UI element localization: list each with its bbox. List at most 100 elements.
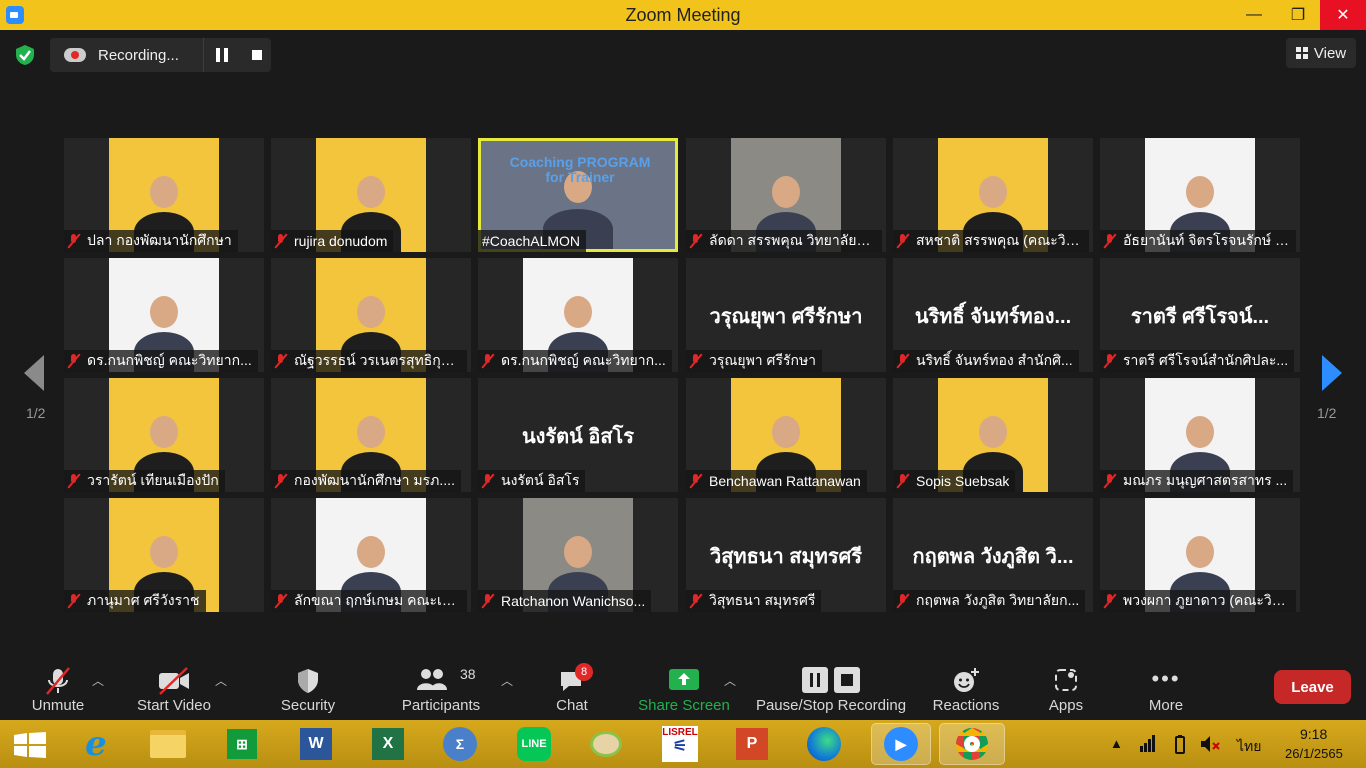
participant-name-label: ดร.กนกพิชญ์ คณะวิทยาก... — [64, 350, 258, 372]
participant-tile[interactable]: วรารัตน์ เทียนเมืองปัก — [64, 378, 264, 492]
participant-tile[interactable]: Ratchanon Wanichso... — [478, 498, 678, 612]
meeting-area: Recording... View 1/2 1/2 ปลา กองพัฒนานั… — [0, 30, 1366, 660]
participant-tile[interactable]: ดร.กนกพิชญ์ คณะวิทยาก... — [64, 258, 264, 372]
apps-button[interactable]: Apps — [1036, 660, 1096, 720]
maximize-button[interactable]: ❐ — [1276, 0, 1320, 30]
file-explorer-icon[interactable] — [148, 724, 188, 764]
unmute-button[interactable]: Unmute — [20, 660, 96, 720]
security-button[interactable]: Security — [270, 660, 346, 720]
participant-name-label: กฤตพล วังภูสิต วิทยาลัยก... — [893, 590, 1086, 612]
zoom-taskbar-icon[interactable]: ▶ — [871, 723, 931, 765]
volume-muted-icon[interactable] — [1200, 734, 1222, 754]
reactions-button[interactable]: Reactions — [928, 660, 1004, 720]
person-head — [150, 536, 178, 568]
video-options-chevron-icon[interactable]: ︿ — [215, 672, 227, 689]
participant-name: กฤตพล วังภูสิต วิทยาลัยก... — [916, 592, 1080, 608]
participant-name: ดร.กนกพิชญ์ คณะวิทยาก... — [501, 352, 666, 368]
powerpoint-icon[interactable]: P — [732, 724, 772, 764]
more-button[interactable]: ••• More — [1136, 660, 1196, 720]
participant-tile[interactable]: วิสุทธนา สมุทรศรี วิสุทธนา สมุทรศรี — [686, 498, 886, 612]
more-label: More — [1148, 697, 1184, 714]
clock-time[interactable]: 9:18 — [1300, 726, 1327, 742]
participant-tile[interactable]: อัธยานันท์ จิตรโรจนรักษ์ ค... — [1100, 138, 1300, 252]
person-head — [564, 296, 592, 328]
participant-tile[interactable]: ปลา กองพัฒนานักศึกษา — [64, 138, 264, 252]
start-video-label: Start Video — [137, 697, 211, 714]
muted-mic-icon — [690, 474, 701, 488]
participant-tile[interactable]: ลัดดา สรรพคุณ วิทยาลัยก... — [686, 138, 886, 252]
participants-button[interactable]: 38 Participants — [396, 660, 486, 720]
participant-tile[interactable]: ณัฐวรรธน์ วรเนตรสุทธิกุล ... — [271, 258, 471, 372]
line-app-icon[interactable]: LINE — [514, 724, 554, 764]
pause-recording-icon[interactable] — [216, 48, 228, 62]
participant-name: ดร.กนกพิชญ์ คณะวิทยาก... — [87, 352, 252, 368]
participant-tile[interactable]: ภานุมาศ ศรีวังราช — [64, 498, 264, 612]
participant-tile[interactable]: กองพัฒนานักศึกษา มรภ.... — [271, 378, 471, 492]
security-label: Security — [280, 697, 336, 714]
previous-page-arrow-icon[interactable] — [24, 355, 44, 391]
participant-tile[interactable]: rujira donudom — [271, 138, 471, 252]
person-head — [772, 176, 800, 208]
encryption-shield-icon[interactable] — [14, 44, 36, 66]
edge-icon[interactable] — [804, 724, 844, 764]
start-video-button[interactable]: Start Video — [130, 660, 218, 720]
participant-tile[interactable]: พวงผกา ภูยาดาว (คณะวิท... — [1100, 498, 1300, 612]
participant-name-label: วิสุทธนา สมุทรศรี — [686, 590, 822, 612]
chat-button[interactable]: 8 Chat — [540, 660, 604, 720]
participants-options-chevron-icon[interactable]: ︿ — [501, 672, 513, 689]
store-icon[interactable]: ⊞ — [222, 724, 262, 764]
window-title: Zoom Meeting — [625, 5, 741, 25]
pause-stop-recording-button[interactable]: Pause/Stop Recording — [752, 660, 910, 720]
participant-name: ภานุมาศ ศรีวังราช — [87, 592, 200, 608]
internet-explorer-icon[interactable]: e — [76, 724, 116, 764]
participant-name-label: กองพัฒนานักศึกษา มรภ.... — [271, 470, 461, 492]
participant-tile[interactable]: ราตรี ศรีโรจน์... ราตรี ศรีโรจน์สำนักศิปล… — [1100, 258, 1300, 372]
calculator-math-icon[interactable]: Σ — [440, 724, 480, 764]
windows-start-icon[interactable] — [14, 732, 46, 758]
person-head — [150, 416, 178, 448]
muted-mic-icon — [1104, 354, 1115, 368]
excel-icon[interactable]: X — [368, 724, 408, 764]
person-head — [150, 296, 178, 328]
participant-name-label: Ratchanon Wanichso... — [478, 590, 652, 612]
network-signal-icon[interactable] — [1140, 734, 1156, 752]
show-hidden-icons-icon[interactable]: ▲ — [1110, 736, 1123, 751]
word-icon[interactable]: W — [296, 724, 336, 764]
participant-name: rujira donudom — [294, 233, 388, 249]
lisrel-icon[interactable]: LISREL ⚟ — [660, 724, 700, 764]
minimize-button[interactable]: — — [1232, 0, 1276, 30]
input-language[interactable]: ไทย — [1237, 736, 1261, 758]
participant-name: นริทธิ์ จันทร์ทอง สำนักศิ... — [916, 352, 1073, 368]
participant-tile[interactable]: Benchawan Rattanawan — [686, 378, 886, 492]
participant-tile[interactable]: วรุณยุพา ศรีรักษา วรุณยุพา ศรีรักษา — [686, 258, 886, 372]
participant-tile[interactable]: Coaching PROGRAM for Trainer #CoachALMON — [478, 138, 678, 252]
participant-tile[interactable]: สหชาติ สรรพคุณ (คณะวิท... — [893, 138, 1093, 252]
participant-name-label: Sopis Suebsak — [893, 470, 1016, 492]
share-options-chevron-icon[interactable]: ︿ — [724, 672, 736, 689]
chrome-icon[interactable] — [939, 723, 1005, 765]
participant-tile[interactable]: กฤตพล วังภูสิต วิ... กฤตพล วังภูสิต วิทยา… — [893, 498, 1093, 612]
next-page-arrow-icon[interactable] — [1322, 355, 1342, 391]
reactions-label: Reactions — [932, 697, 1000, 714]
paint-palette-icon[interactable] — [586, 724, 626, 764]
close-button[interactable]: ✕ — [1320, 0, 1366, 30]
participant-name-display: วรุณยุพา ศรีรักษา — [709, 306, 863, 328]
participant-tile[interactable]: ดร.กนกพิชญ์ คณะวิทยาก... — [478, 258, 678, 372]
video-overlay-text: Coaching PROGRAM for Trainer — [509, 154, 651, 185]
share-screen-button[interactable]: Share Screen — [636, 660, 732, 720]
person-head — [357, 296, 385, 328]
stop-recording-icon[interactable] — [252, 50, 262, 60]
battery-icon[interactable] — [1170, 734, 1190, 754]
participant-tile[interactable]: นงรัตน์ อิสโร นงรัตน์ อิสโร — [478, 378, 678, 492]
clock-date[interactable]: 26/1/2565 — [1285, 746, 1343, 761]
participant-tile[interactable]: นริทธิ์ จันทร์ทอง... นริทธิ์ จันทร์ทอง สำ… — [893, 258, 1093, 372]
participant-tile[interactable]: ลักขณา ฤกษ์เกษม คณะเท... — [271, 498, 471, 612]
participant-tile[interactable]: มณภร มนุญศาสตรสาทร ... — [1100, 378, 1300, 492]
view-button[interactable]: View — [1286, 38, 1356, 68]
audio-options-chevron-icon[interactable]: ︿ — [92, 672, 104, 689]
chat-icon-wrapper: 8 — [557, 663, 593, 696]
participant-name: อัธยานันท์ จิตรโรจนรักษ์ ค... — [1123, 232, 1290, 248]
muted-mic-icon — [1104, 234, 1115, 248]
participant-tile[interactable]: Sopis Suebsak — [893, 378, 1093, 492]
leave-button[interactable]: Leave — [1274, 670, 1351, 704]
